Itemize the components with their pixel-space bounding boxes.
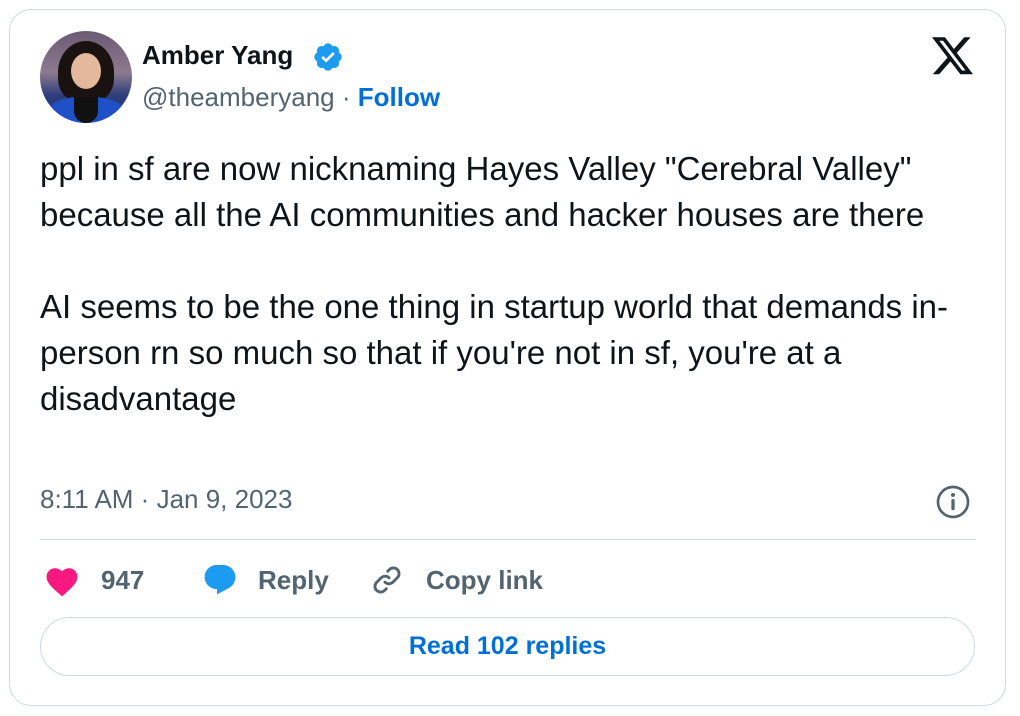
read-replies-button[interactable]: Read 102 replies xyxy=(40,617,975,676)
reply-button[interactable]: Reply xyxy=(202,560,329,600)
avatar[interactable] xyxy=(40,31,132,123)
x-logo-icon[interactable] xyxy=(932,37,973,75)
copy-link-label: Copy link xyxy=(426,564,544,595)
reply-label: Reply xyxy=(258,564,329,595)
link-icon xyxy=(373,566,401,594)
verified-badge-icon xyxy=(314,43,342,71)
info-icon[interactable] xyxy=(935,484,971,520)
follow-button[interactable]: Follow xyxy=(358,82,440,112)
like-count: 947 xyxy=(101,564,145,595)
divider xyxy=(40,539,976,540)
author-name[interactable]: Amber Yang xyxy=(142,40,293,71)
tweet-text: ppl in sf are now nicknaming Hayes Valle… xyxy=(40,150,949,417)
tweet-timestamp[interactable]: 8:11 AM · Jan 9, 2023 xyxy=(40,484,292,515)
reply-bubble-icon xyxy=(204,565,236,595)
handle-line: @theamberyang · Follow xyxy=(142,82,440,113)
copy-link-button[interactable]: Copy link xyxy=(370,560,543,600)
author-handle[interactable]: @theamberyang xyxy=(142,82,335,112)
separator-dot: · xyxy=(334,82,358,112)
like-button[interactable]: 947 xyxy=(43,560,144,600)
heart-icon xyxy=(46,568,78,597)
